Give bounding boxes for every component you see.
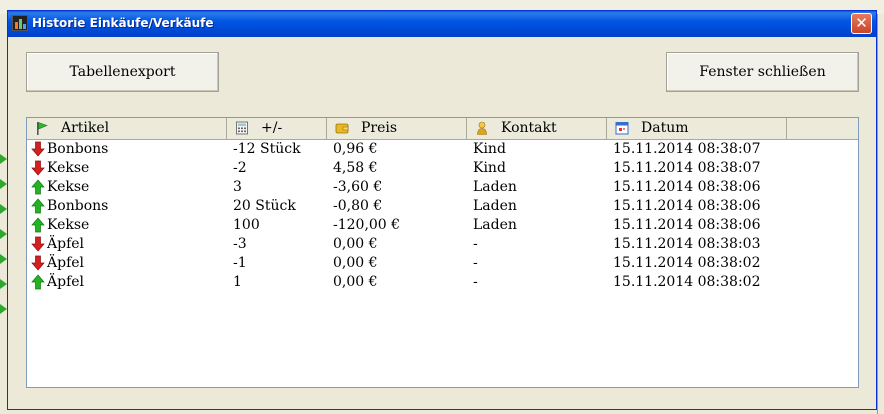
background-tree-arrow-icon	[0, 179, 7, 189]
arrow-up-icon	[31, 217, 45, 233]
cell-menge: -2	[233, 160, 247, 176]
window-title: Historie Einkäufe/Verkäufe	[32, 16, 214, 30]
calendar-icon	[615, 122, 629, 135]
table-row[interactable]: Äpfel 1 0,00 € - 15.11.2014 08:38:02	[27, 273, 858, 292]
cell-kontakt: -	[473, 255, 478, 271]
cell-menge: -1	[233, 255, 247, 271]
column-label: +/-	[261, 120, 283, 136]
close-dialog-button[interactable]: Fenster schließen	[666, 52, 859, 92]
background-app-edge	[877, 14, 884, 414]
cell-datum: 15.11.2014 08:38:02	[613, 274, 761, 290]
column-label: Kontakt	[501, 120, 557, 136]
cell-kontakt: Kind	[473, 160, 506, 176]
cell-artikel: Kekse	[47, 160, 90, 176]
cell-preis: 0,00 €	[333, 274, 378, 290]
table-row[interactable]: Bonbons -12 Stück 0,96 € Kind 15.11.2014 08:…	[27, 140, 858, 159]
cell-preis: -120,00 €	[333, 217, 401, 233]
table-row[interactable]: Kekse 100 -120,00 € Laden 15.11.2014 08:38:0…	[27, 216, 858, 235]
background-tree-arrow-icon	[0, 304, 7, 314]
cell-menge: 20 Stück	[233, 198, 296, 214]
cell-datum: 15.11.2014 08:38:06	[613, 217, 761, 233]
arrow-up-icon	[31, 179, 45, 195]
table-row[interactable]: Äpfel -1 0,00 € - 15.11.2014 08:38:02	[27, 254, 858, 273]
cell-menge: 3	[233, 179, 242, 195]
cell-preis: -0,80 €	[333, 198, 383, 214]
cell-menge: 1	[233, 274, 242, 290]
column-label: Datum	[641, 120, 689, 136]
cell-preis: 4,58 €	[333, 160, 378, 176]
arrow-down-icon	[31, 255, 45, 271]
cell-datum: 15.11.2014 08:38:06	[613, 198, 761, 214]
flag-icon	[37, 122, 48, 135]
cell-preis: 0,00 €	[333, 255, 378, 271]
cell-kontakt: -	[473, 274, 478, 290]
cell-datum: 15.11.2014 08:38:07	[613, 160, 761, 176]
wallet-icon	[335, 123, 349, 134]
cell-menge: -3	[233, 236, 247, 252]
column-label: Artikel	[61, 120, 110, 136]
column-header-artikel[interactable]: Artikel	[27, 118, 227, 139]
cell-artikel: Bonbons	[47, 141, 109, 157]
cell-datum: 15.11.2014 08:38:03	[613, 236, 761, 252]
column-header-menge[interactable]: +/-	[227, 118, 327, 139]
column-label: Preis	[361, 120, 398, 136]
cell-artikel: Äpfel	[47, 274, 85, 290]
arrow-up-icon	[31, 274, 45, 290]
app-chart-icon	[12, 15, 28, 31]
cell-artikel: Äpfel	[47, 236, 85, 252]
arrow-down-icon	[31, 160, 45, 176]
cell-kontakt: Laden	[473, 198, 517, 214]
cell-kontakt: Laden	[473, 179, 517, 195]
table-row[interactable]: Äpfel -3 0,00 € - 15.11.2014 08:38:03	[27, 235, 858, 254]
calculator-icon	[236, 121, 248, 135]
cell-datum: 15.11.2014 08:38:02	[613, 255, 761, 271]
title-bar[interactable]: Historie Einkäufe/Verkäufe ✕	[8, 11, 876, 37]
cell-kontakt: -	[473, 236, 478, 252]
cell-datum: 15.11.2014 08:38:06	[613, 179, 761, 195]
cell-menge: 100	[233, 217, 260, 233]
table-row[interactable]: Kekse -2 4,58 € Kind 15.11.2014 08:38:07	[27, 159, 858, 178]
background-tree-arrow-icon	[0, 254, 7, 264]
cell-artikel: Äpfel	[47, 255, 85, 271]
cell-artikel: Bonbons	[47, 198, 109, 214]
arrow-down-icon	[31, 236, 45, 252]
column-header-datum[interactable]: Datum	[607, 118, 787, 139]
cell-preis: -3,60 €	[333, 179, 383, 195]
cell-artikel: Kekse	[47, 179, 90, 195]
table-export-button[interactable]: Tabellenexport	[26, 52, 219, 92]
arrow-up-icon	[31, 198, 45, 214]
history-dialog: Historie Einkäufe/Verkäufe ✕ Tabellenexp…	[7, 10, 877, 410]
column-header-kontakt[interactable]: Kontakt	[467, 118, 607, 139]
cell-kontakt: Kind	[473, 141, 506, 157]
cell-kontakt: Laden	[473, 217, 517, 233]
table-row[interactable]: Bonbons 20 Stück -0,80 € Laden 15.11.2014 08…	[27, 197, 858, 216]
cell-menge: -12 Stück	[233, 141, 301, 157]
cell-datum: 15.11.2014 08:38:07	[613, 141, 761, 157]
background-tree-arrow-icon	[0, 204, 7, 214]
background-tree-arrow-icon	[0, 279, 7, 289]
table-row[interactable]: Kekse 3 -3,60 € Laden 15.11.2014 08:38:06	[27, 178, 858, 197]
person-icon	[477, 121, 487, 135]
arrow-down-icon	[31, 141, 45, 157]
list-header: Artikel +/- Preis Kontakt Datum	[27, 118, 858, 140]
cell-preis: 0,00 €	[333, 236, 378, 252]
cell-artikel: Kekse	[47, 217, 90, 233]
column-header-preis[interactable]: Preis	[327, 118, 467, 139]
history-list[interactable]: Artikel +/- Preis Kontakt Datum Bonbons …	[26, 117, 859, 388]
background-tree-arrow-icon	[0, 229, 7, 239]
close-window-button[interactable]: ✕	[851, 13, 872, 34]
background-tree-arrow-icon	[0, 154, 7, 164]
cell-preis: 0,96 €	[333, 141, 378, 157]
